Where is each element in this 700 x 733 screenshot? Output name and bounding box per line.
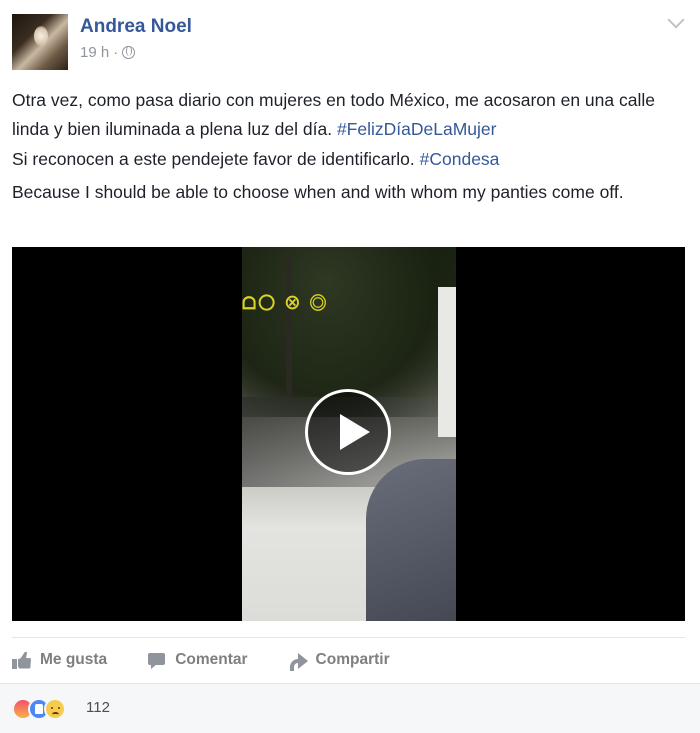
author-avatar[interactable] bbox=[12, 14, 68, 70]
paragraph-text: Because I should be able to choose when … bbox=[12, 182, 624, 202]
thumbs-up-icon bbox=[12, 652, 32, 669]
play-icon[interactable] bbox=[305, 389, 391, 475]
hashtag-link[interactable]: #Condesa bbox=[420, 149, 500, 169]
comment-label: Comentar bbox=[175, 651, 248, 668]
video-overlay-text: ᗝ〇 ⊗ ◎ bbox=[242, 294, 329, 313]
globe-icon[interactable] bbox=[122, 46, 136, 59]
video-pole bbox=[286, 257, 292, 397]
comment-icon bbox=[147, 652, 167, 669]
share-label: Compartir bbox=[315, 651, 390, 668]
post-paragraph-1: Otra vez, como pasa diario con mujeres e… bbox=[12, 86, 688, 144]
post-meta: 19 h · bbox=[80, 44, 136, 61]
comment-button[interactable]: Comentar bbox=[147, 651, 248, 669]
divider bbox=[12, 637, 685, 638]
like-label: Me gusta bbox=[40, 651, 108, 668]
hashtag-link[interactable]: #FelizDíaDeLaMujer bbox=[337, 119, 497, 139]
share-button[interactable]: Compartir bbox=[288, 651, 390, 671]
facebook-post: Andrea Noel 19 h · Otra vez, como pasa d… bbox=[0, 0, 700, 733]
meta-separator: · bbox=[113, 44, 119, 61]
post-paragraph-2: Si reconocen a este pendejete favor de i… bbox=[12, 145, 688, 174]
reactions-bar: 112 bbox=[0, 683, 700, 733]
sad-icon bbox=[44, 698, 66, 720]
video-player[interactable]: ᗝ〇 ⊗ ◎ bbox=[12, 247, 685, 621]
like-button[interactable]: Me gusta bbox=[12, 651, 107, 669]
paragraph-text: Otra vez, como pasa diario con mujeres e… bbox=[12, 90, 655, 139]
video-wall bbox=[438, 287, 456, 437]
author-name[interactable]: Andrea Noel bbox=[80, 16, 192, 38]
paragraph-text: Si reconocen a este pendejete favor de i… bbox=[12, 149, 420, 169]
post-paragraph-3: Because I should be able to choose when … bbox=[12, 178, 688, 207]
action-bar: Me gusta Comentar Compartir bbox=[12, 645, 390, 675]
chevron-down-icon[interactable] bbox=[667, 11, 685, 29]
post-time[interactable]: 19 h bbox=[80, 44, 109, 61]
video-car bbox=[366, 459, 456, 621]
reaction-count[interactable]: 112 bbox=[86, 699, 110, 716]
reaction-icons[interactable] bbox=[12, 698, 66, 720]
share-icon bbox=[288, 652, 308, 671]
